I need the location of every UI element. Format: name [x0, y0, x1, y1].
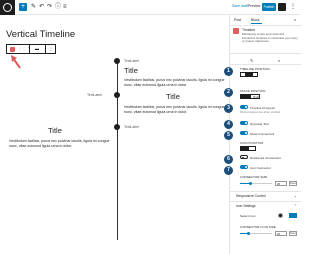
timeline-date[interactable]: TextLabel	[124, 125, 139, 129]
pointer-arrow-icon	[11, 55, 21, 69]
timeline-item-body[interactable]: Vestibulum facilisis, purus nec pulvinar…	[9, 139, 114, 150]
save-draft-button[interactable]: Save draft	[232, 4, 248, 8]
more-options-icon[interactable]: ⋮	[290, 3, 296, 10]
timeline-item-title[interactable]: Title	[124, 66, 138, 75]
timeline-item-title[interactable]: Title	[48, 126, 62, 135]
select-icon-label: Select Icon	[240, 214, 256, 218]
stack-position-label: STACK POSITION	[240, 89, 266, 93]
publish-button[interactable]: Publish	[262, 3, 276, 11]
show-connectors-toggle[interactable]	[240, 131, 248, 135]
chevron-up-icon[interactable]: ⌃	[294, 204, 297, 208]
callout-badge: 5	[224, 131, 233, 140]
editor-toolbar: + ✎ ↶ ↷ ⓘ ≡ Save draft Preview Publish ⋮	[0, 0, 300, 15]
divider	[230, 25, 301, 26]
stack-position-left[interactable]	[240, 94, 250, 99]
chevron-down-icon[interactable]: ⌄	[294, 194, 297, 198]
timeline-progress-label: Timeline Progress	[250, 106, 275, 110]
timeline-item-body[interactable]: Vestibulum facilisis, purus nec pulvinar…	[124, 105, 229, 116]
icon-connector-label: Icon Connector	[250, 166, 272, 170]
timeline-progress-toggle[interactable]	[240, 105, 248, 109]
numbered-connectors-label: Numbered Connectors	[250, 156, 281, 160]
edit-icon[interactable]: ✎	[31, 4, 36, 11]
icon-position-option[interactable]	[248, 146, 256, 151]
timeline-block-icon	[233, 28, 239, 34]
info-icon[interactable]: ⓘ	[55, 4, 61, 11]
timeline-connector-dot	[114, 124, 120, 130]
callout-badge: 2	[224, 88, 233, 97]
stack-right-label: Right	[253, 95, 261, 99]
show-connectors-label: Show Connectors	[250, 132, 275, 136]
undo-icon[interactable]: ↶	[39, 4, 44, 11]
timeline-date[interactable]: TextLabel	[124, 59, 139, 63]
active-tab-indicator	[251, 23, 262, 24]
timeline-item-body[interactable]: Vestibulum facilisis, purus nec pulvinar…	[124, 78, 229, 89]
preview-button[interactable]: Preview	[248, 4, 260, 8]
connector-icon-size-label: CONNECTOR ICON SIZE	[240, 225, 276, 229]
timeline-block-icon[interactable]	[10, 47, 15, 52]
timeline-line	[117, 60, 118, 240]
divider	[230, 201, 301, 202]
wordpress-logo-icon[interactable]	[0, 0, 15, 15]
connector-size-label: CONNECTOR SIZE	[240, 175, 268, 179]
icon-settings-panel[interactable]: Icon Settings	[236, 204, 256, 208]
timeline-progress-help: Show progress bar when scrolled	[240, 111, 281, 114]
opposite-text-label: Opposite Text	[250, 122, 269, 126]
timeline-position-right[interactable]	[252, 72, 258, 77]
toolbar-divider	[29, 45, 30, 53]
settings-pencil-icon[interactable]: ✎	[250, 58, 253, 63]
connector-icon-size-input[interactable]: 20	[275, 231, 287, 236]
connector-icon-size-thumb[interactable]	[247, 232, 250, 235]
icon-preview-swatch[interactable]	[278, 213, 283, 218]
add-block-button[interactable]: +	[19, 3, 27, 11]
timeline-position-label: TIMELINE POSITION	[240, 67, 270, 71]
divider	[230, 64, 301, 65]
reset-button[interactable]: Reset	[289, 181, 297, 186]
select-icon-button[interactable]	[289, 213, 297, 218]
callout-badge: 6	[224, 155, 233, 164]
divider	[230, 191, 301, 192]
timeline-connector-dot	[114, 92, 120, 98]
reset-button[interactable]: Reset	[289, 231, 297, 236]
callout-badge: 4	[224, 120, 233, 129]
block-description: Effortlessly create and customize intera…	[242, 32, 298, 44]
timeline-date[interactable]: TextLabel	[87, 93, 102, 97]
close-icon[interactable]: ×	[294, 17, 296, 22]
callout-badge: 7	[224, 166, 233, 175]
timeline-item-title[interactable]: Title	[166, 92, 180, 101]
icon-position-option[interactable]	[240, 146, 248, 151]
settings-icon[interactable]	[278, 3, 286, 11]
responsive-control-panel[interactable]: Responsive Control	[236, 194, 266, 198]
align-icon[interactable]: ▬	[35, 46, 39, 51]
list-view-icon[interactable]: ≡	[63, 4, 67, 11]
block-toolbar: ⋮⋮ ⌃ ▬ ⋮	[6, 44, 56, 54]
connector-size-thumb[interactable]	[249, 182, 252, 185]
icon-connector-toggle[interactable]	[240, 165, 248, 169]
opposite-text-toggle[interactable]	[240, 121, 248, 125]
tab-post[interactable]: Post	[234, 18, 241, 22]
styles-half-circle-icon[interactable]: ◐	[278, 58, 280, 63]
callout-badge: 1	[224, 67, 233, 76]
connector-size-input[interactable]: 30	[275, 181, 287, 186]
icon-position-label: ICON POSITION	[240, 141, 264, 145]
tab-block[interactable]: Block	[251, 18, 260, 22]
redo-icon[interactable]: ↷	[47, 4, 52, 11]
block-more-icon[interactable]: ⋮	[49, 46, 53, 51]
timeline-connector-dot	[114, 58, 120, 64]
divider	[230, 53, 301, 54]
settings-sidebar: Post Block × Timeline Effortlessly creat…	[229, 15, 301, 254]
toolbar-divider	[45, 45, 46, 53]
callout-badge: 3	[224, 104, 233, 113]
page-title[interactable]: Vertical Timeline	[6, 29, 75, 40]
numbered-connectors-toggle[interactable]	[240, 155, 248, 160]
